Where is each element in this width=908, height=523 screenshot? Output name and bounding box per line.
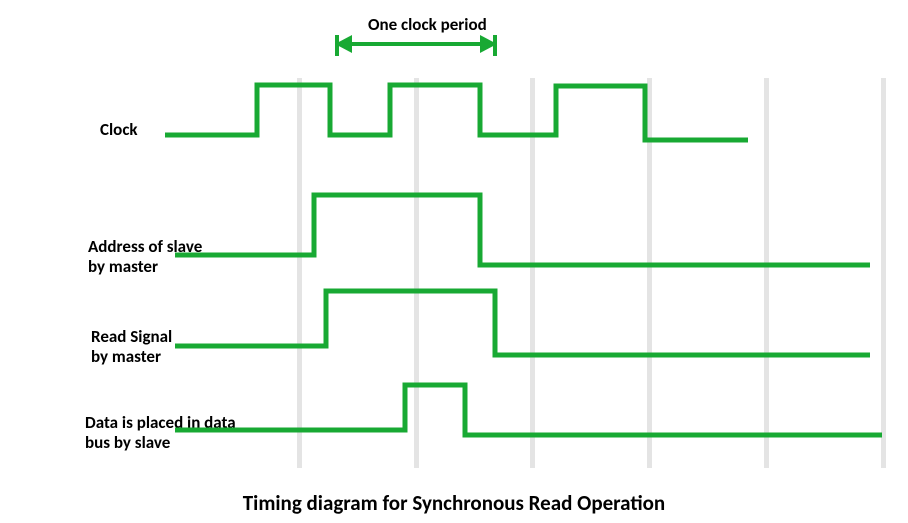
data-signal — [0, 0, 908, 523]
diagram-canvas: One clock period Clock Address of slave … — [0, 0, 908, 523]
data-path — [175, 385, 882, 435]
diagram-title: Timing diagram for Synchronous Read Oper… — [0, 490, 908, 516]
